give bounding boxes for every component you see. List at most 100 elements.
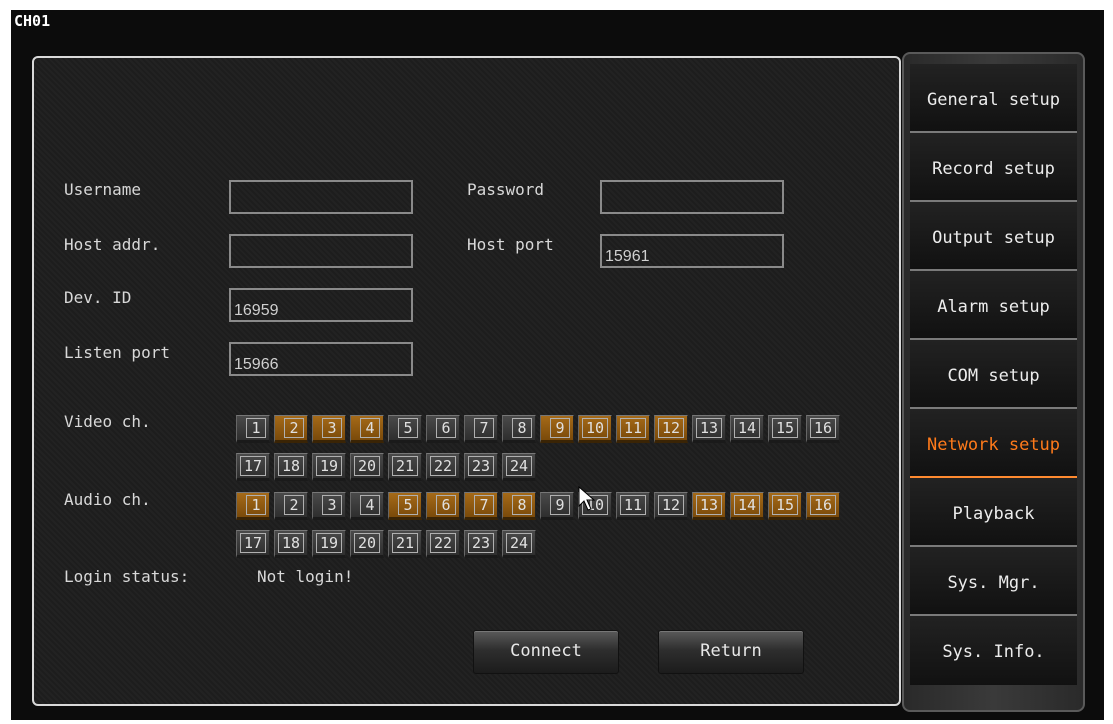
video-channel-4-button[interactable]: 4 (350, 415, 384, 443)
video-channel-11-button[interactable]: 11 (616, 415, 650, 443)
video-channel-10-button[interactable]: 10 (578, 415, 612, 443)
audio-channel-3-button[interactable]: 3 (312, 492, 346, 520)
audio-channel-12-button[interactable]: 12 (654, 492, 688, 520)
audio-channel-19-button[interactable]: 19 (312, 530, 346, 558)
audio-channel-9-button[interactable]: 9 (540, 492, 574, 520)
audio-channel-18-button[interactable]: 18 (274, 530, 308, 558)
channel-number: 13 (696, 418, 722, 438)
video-channel-22-button[interactable]: 22 (426, 453, 460, 481)
video-channel-5-button[interactable]: 5 (388, 415, 422, 443)
audio-channel-2-button[interactable]: 2 (274, 492, 308, 520)
video-channel-13-button[interactable]: 13 (692, 415, 726, 443)
channel-number: 17 (240, 533, 266, 553)
audio-channel-1-button[interactable]: 1 (236, 492, 270, 520)
channel-number: 16 (810, 495, 836, 515)
audio-channel-14-button[interactable]: 14 (730, 492, 764, 520)
mouse-cursor-icon (578, 486, 596, 511)
audio-channel-16-button[interactable]: 16 (806, 492, 840, 520)
video-channel-19-button[interactable]: 19 (312, 453, 346, 481)
sidebar-item-playback[interactable]: Playback (910, 478, 1077, 547)
channel-number: 2 (284, 418, 304, 438)
listen-port-label: Listen port (64, 343, 170, 362)
video-channel-21-button[interactable]: 21 (388, 453, 422, 481)
channel-number: 6 (436, 495, 456, 515)
connect-button[interactable]: Connect (473, 630, 619, 674)
video-channel-20-button[interactable]: 20 (350, 453, 384, 481)
video-channel-24-button[interactable]: 24 (502, 453, 536, 481)
username-field[interactable] (229, 180, 413, 214)
sidebar-item-general-setup[interactable]: General setup (910, 64, 1077, 133)
channel-number: 19 (316, 533, 342, 553)
sidebar-item-output-setup[interactable]: Output setup (910, 202, 1077, 271)
audio-channel-13-button[interactable]: 13 (692, 492, 726, 520)
video-channel-8-button[interactable]: 8 (502, 415, 536, 443)
channel-number: 14 (734, 495, 760, 515)
video-channel-16-button[interactable]: 16 (806, 415, 840, 443)
network-setup-panel (32, 56, 901, 706)
channel-number: 6 (436, 418, 456, 438)
dev-id-field[interactable]: 16959 (229, 288, 413, 322)
channel-number: 15 (772, 418, 798, 438)
login-status-value: Not login! (257, 567, 354, 586)
channel-number: 11 (620, 418, 646, 438)
channel-number: 9 (550, 418, 570, 438)
channel-number: 12 (658, 418, 684, 438)
channel-number: 24 (506, 456, 532, 476)
video-channel-2-button[interactable]: 2 (274, 415, 308, 443)
video-channel-7-button[interactable]: 7 (464, 415, 498, 443)
host-port-label: Host port (467, 235, 554, 254)
return-button[interactable]: Return (658, 630, 804, 674)
channel-number: 18 (278, 533, 304, 553)
sidebar-menu: General setup Record setup Output setup Ala… (902, 52, 1085, 712)
audio-channel-5-button[interactable]: 5 (388, 492, 422, 520)
sidebar-item-sys-info[interactable]: Sys. Info. (910, 616, 1077, 685)
channel-number: 13 (696, 495, 722, 515)
audio-channel-22-button[interactable]: 22 (426, 530, 460, 558)
video-channel-6-button[interactable]: 6 (426, 415, 460, 443)
channel-number: 20 (354, 456, 380, 476)
channel-number: 21 (392, 533, 418, 553)
channel-number: 8 (512, 495, 532, 515)
sidebar-item-sys-mgr[interactable]: Sys. Mgr. (910, 547, 1077, 616)
audio-channel-20-button[interactable]: 20 (350, 530, 384, 558)
host-port-field[interactable]: 15961 (600, 234, 784, 268)
video-channel-3-button[interactable]: 3 (312, 415, 346, 443)
video-channel-1-button[interactable]: 1 (236, 415, 270, 443)
video-channel-14-button[interactable]: 14 (730, 415, 764, 443)
sidebar-item-record-setup[interactable]: Record setup (910, 133, 1077, 202)
video-channel-15-button[interactable]: 15 (768, 415, 802, 443)
audio-channel-24-button[interactable]: 24 (502, 530, 536, 558)
video-channel-row: 1 2 3 4 5 6 7 8 9 10 11 12 13 14 15 16 (236, 415, 840, 443)
channel-number: 1 (246, 418, 266, 438)
host-addr-field[interactable] (229, 234, 413, 268)
sidebar-item-network-setup[interactable]: Network setup (910, 409, 1077, 478)
audio-channel-7-button[interactable]: 7 (464, 492, 498, 520)
login-status-label: Login status: (64, 567, 190, 586)
video-channel-18-button[interactable]: 18 (274, 453, 308, 481)
audio-channel-23-button[interactable]: 23 (464, 530, 498, 558)
sidebar-item-alarm-setup[interactable]: Alarm setup (910, 271, 1077, 340)
channel-number: 14 (734, 418, 760, 438)
audio-channel-21-button[interactable]: 21 (388, 530, 422, 558)
sidebar-item-com-setup[interactable]: COM setup (910, 340, 1077, 409)
channel-number: 18 (278, 456, 304, 476)
audio-channel-17-button[interactable]: 17 (236, 530, 270, 558)
channel-number: 23 (468, 533, 494, 553)
audio-channel-row: 1 2 3 4 5 6 7 8 9 10 11 12 13 14 15 16 (236, 492, 840, 520)
audio-channel-11-button[interactable]: 11 (616, 492, 650, 520)
audio-channel-6-button[interactable]: 6 (426, 492, 460, 520)
channel-number: 4 (360, 495, 380, 515)
channel-number: 4 (360, 418, 380, 438)
audio-channel-15-button[interactable]: 15 (768, 492, 802, 520)
video-channel-12-button[interactable]: 12 (654, 415, 688, 443)
video-ch-label: Video ch. (64, 412, 151, 431)
video-channel-23-button[interactable]: 23 (464, 453, 498, 481)
channel-number: 5 (398, 495, 418, 515)
audio-channel-4-button[interactable]: 4 (350, 492, 384, 520)
video-channel-17-button[interactable]: 17 (236, 453, 270, 481)
listen-port-field[interactable]: 15966 (229, 342, 413, 376)
password-field[interactable] (600, 180, 784, 214)
channel-number: 10 (582, 418, 608, 438)
video-channel-9-button[interactable]: 9 (540, 415, 574, 443)
audio-channel-8-button[interactable]: 8 (502, 492, 536, 520)
